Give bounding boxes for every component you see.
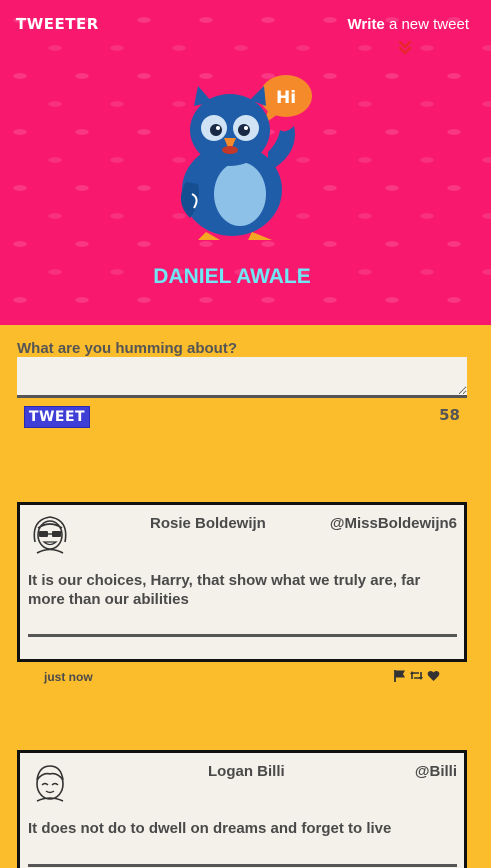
tweet-author-name[interactable]: Logan Billi [208,763,285,780]
tweet-author-handle[interactable]: @Billi [415,763,457,780]
write-link-rest: a new tweet [384,16,469,33]
boy-avatar-icon [36,765,64,802]
tweet-button[interactable]: TWEET [24,406,90,428]
write-link-strong: Write [347,16,385,33]
tweet-textarea[interactable] [17,357,467,398]
double-chevron-down-icon[interactable] [398,40,412,56]
app-logo[interactable]: TWEETER [16,15,99,33]
profile-header: TWEETER Write a new tweet Hi DANIEL AWAL… [0,0,491,325]
tweet-author-handle[interactable]: @MissBoldewijn6 [330,515,457,532]
tweet-text: It is our choices, Harry, that show what… [28,572,421,608]
owl-mascot-avatar: Hi [180,75,312,240]
character-counter: 58 [439,406,460,424]
compose-label: What are you humming about? [17,340,237,357]
tweet-actions [393,669,440,682]
tweet-divider [28,864,457,867]
retweet-icon[interactable] [409,669,424,682]
profile-user-name: DANIEL AWALE [153,265,311,288]
write-new-tweet-link[interactable]: Write a new tweet [348,16,469,33]
speech-bubble-text: Hi [276,88,296,108]
tweet-author-name[interactable]: Rosie Boldewijn [150,515,266,532]
speech-bubble: Hi [260,75,312,124]
flag-icon[interactable] [393,669,406,682]
girl-glasses-avatar-icon [33,516,67,554]
tweet-card: Logan Billi @Billi It does not do to dwe… [17,750,467,868]
tweet-card: Rosie Boldewijn @MissBoldewijn6 It is ou… [17,502,467,662]
tweet-timestamp: just now [44,670,93,684]
heart-icon[interactable] [427,670,440,682]
tweet-text: It does not do to dwell on dreams and fo… [28,820,392,837]
tweet-divider [28,634,457,637]
